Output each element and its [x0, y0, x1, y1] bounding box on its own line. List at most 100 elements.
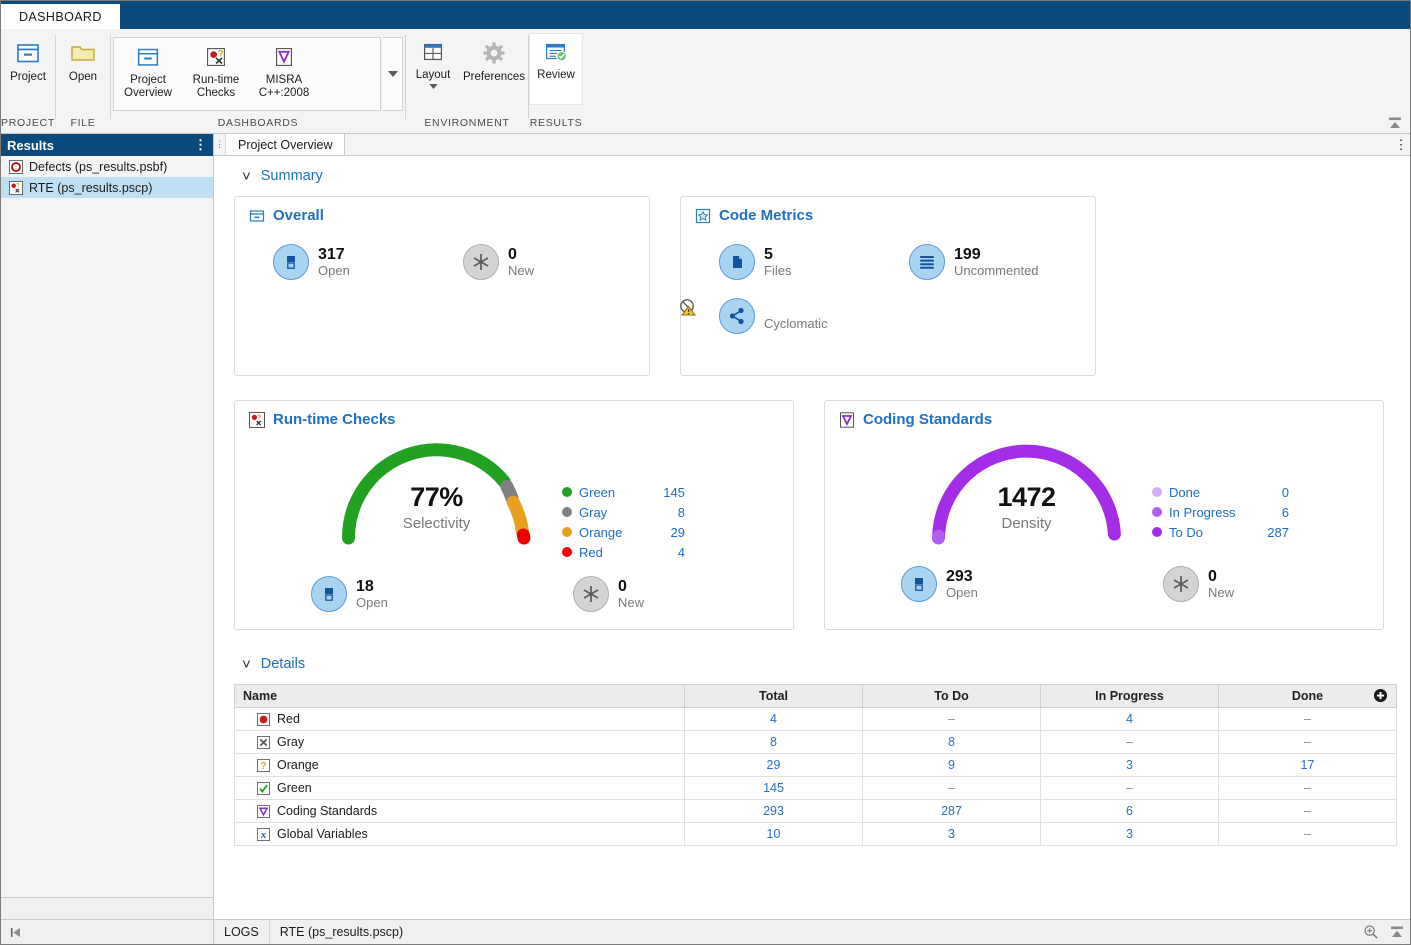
table-cell-todo: –	[863, 777, 1041, 800]
code-metrics-files-kpi[interactable]: 5 Files	[719, 244, 909, 280]
runtime-checks-open-kpi[interactable]: 18 Open	[311, 576, 573, 612]
open-bars-icon	[311, 576, 347, 612]
table-row[interactable]: Green 145 – – –	[235, 777, 1397, 800]
dashboards-more-button[interactable]	[383, 37, 403, 111]
table-header-done[interactable]: Done	[1219, 685, 1397, 708]
legend-row[interactable]: To Do 287	[1152, 522, 1289, 542]
legend-label-gray: Gray	[579, 505, 651, 520]
table-cell-todo[interactable]: 287	[863, 800, 1041, 823]
misra-triangle-icon	[270, 43, 298, 71]
misra-cpp-2008-button[interactable]: MISRA C++:2008	[250, 38, 318, 110]
open-button[interactable]: Open	[56, 33, 110, 105]
plus-circle-icon	[1373, 688, 1388, 703]
legend-dot-orange	[562, 527, 572, 537]
legend-label-in-progress: In Progress	[1169, 505, 1255, 520]
table-cell-total[interactable]: 10	[685, 823, 863, 846]
table-cell-total[interactable]: 29	[685, 754, 863, 777]
runtime-checks-card-title: ? Run-time Checks	[249, 411, 779, 428]
table-row[interactable]: Red 4 – 4 –	[235, 708, 1397, 731]
add-column-button[interactable]	[1373, 688, 1388, 703]
table-cell-name: Red	[277, 712, 300, 726]
coding-standards-open-kpi[interactable]: 293 Open	[901, 566, 1163, 602]
table-row[interactable]: ? Orange 29 9 3 17	[235, 754, 1397, 777]
details-section-header[interactable]: ˅ Details	[232, 644, 1392, 684]
legend-dot-todo	[1152, 527, 1162, 537]
zoom-in-button[interactable]	[1358, 920, 1384, 944]
table-cell-total[interactable]: 4	[685, 708, 863, 731]
coding-standards-new-kpi[interactable]: 0 New	[1163, 566, 1234, 602]
ribbon-group-environment-label: ENVIRONMENT	[406, 113, 528, 133]
table-row[interactable]: Coding Standards 293 287 6 –	[235, 800, 1397, 823]
coding-standards-new-value: 0	[1208, 568, 1234, 586]
ribbon-group-results: Review RESULTS	[529, 29, 583, 133]
legend-row[interactable]: Orange 29	[562, 522, 685, 542]
magnifier-plus-icon	[1363, 924, 1379, 940]
runtime-checks-button[interactable]: ? Run-time Checks	[182, 38, 250, 110]
skip-to-start-icon[interactable]	[9, 926, 22, 939]
runtime-checks-new-kpi[interactable]: 0 New	[573, 576, 644, 612]
results-panel-menu-button[interactable]: ⋮	[194, 140, 207, 150]
table-cell-total[interactable]: 293	[685, 800, 863, 823]
file-icon	[719, 244, 755, 280]
summary-section-header[interactable]: ˅ Summary	[232, 156, 1392, 196]
legend-row[interactable]: In Progress 6	[1152, 502, 1289, 522]
runtime-checks-label-line1: Run-time	[193, 74, 240, 86]
table-cell-total[interactable]: 8	[685, 731, 863, 754]
code-metrics-uncommented-kpi[interactable]: 199 Uncommented	[909, 244, 1039, 280]
tab-strip-grip[interactable]: ⋮	[214, 134, 226, 155]
legend-dot-green	[562, 487, 572, 497]
results-item-rte[interactable]: ? RTE (ps_results.pscp)	[1, 177, 213, 198]
dashboard-canvas: ˅ Summary Overall	[214, 156, 1410, 919]
layout-grid-icon	[418, 38, 448, 66]
results-item-defects[interactable]: Defects (ps_results.psbf)	[1, 156, 213, 177]
table-cell-todo[interactable]: 3	[863, 823, 1041, 846]
legend-value-todo: 287	[1255, 525, 1289, 540]
table-cell-done[interactable]: 17	[1219, 754, 1397, 777]
chevron-down-icon: ˅	[242, 657, 251, 672]
project-button[interactable]: Project	[1, 33, 55, 105]
table-cell-in-progress[interactable]: 3	[1041, 823, 1219, 846]
review-button[interactable]: Review	[529, 33, 583, 105]
project-overview-button[interactable]: Project Overview	[114, 38, 182, 110]
ribbon-tab-dashboard[interactable]: DASHBOARD	[1, 2, 120, 29]
collapse-panel-button[interactable]	[1384, 920, 1410, 944]
svg-text:?: ?	[16, 182, 20, 189]
preferences-button[interactable]: Preferences	[460, 33, 528, 105]
results-panel-header: Results ⋮	[1, 134, 213, 156]
svg-text:?: ?	[260, 761, 266, 772]
results-item-defects-label: Defects (ps_results.psbf)	[29, 160, 167, 174]
coding-standards-card-title: Coding Standards	[839, 411, 1369, 428]
legend-row[interactable]: Done 0	[1152, 482, 1289, 502]
legend-value-green: 145	[651, 485, 685, 500]
table-cell-done: –	[1219, 823, 1397, 846]
table-row[interactable]: Gray 8 8 – –	[235, 731, 1397, 754]
collapse-ribbon-button[interactable]	[1386, 115, 1404, 131]
table-cell-in-progress[interactable]: 3	[1041, 754, 1219, 777]
legend-label-red: Red	[579, 545, 651, 560]
legend-row[interactable]: Gray 8	[562, 502, 685, 522]
document-tab-menu-button[interactable]: ⋮	[1392, 134, 1410, 155]
status-bar-logs-tab[interactable]: LOGS	[214, 920, 270, 944]
table-cell-in-progress[interactable]: 4	[1041, 708, 1219, 731]
layout-button[interactable]: Layout	[406, 33, 460, 105]
table-header-todo[interactable]: To Do	[863, 685, 1041, 708]
table-cell-total[interactable]: 145	[685, 777, 863, 800]
legend-row[interactable]: Red 4	[562, 542, 685, 562]
table-cell-todo[interactable]: 9	[863, 754, 1041, 777]
status-bar-document-label[interactable]: RTE (ps_results.pscp)	[270, 920, 413, 944]
legend-value-in-progress: 6	[1255, 505, 1289, 520]
tab-project-overview[interactable]: Project Overview	[226, 134, 345, 155]
runtime-checks-gauge-center: 77% Selectivity	[329, 482, 544, 532]
code-metrics-cyclomatic-kpi[interactable]: Cyclomatic	[719, 298, 828, 334]
project-box-icon	[13, 38, 43, 68]
overall-new-kpi[interactable]: 0 New	[463, 244, 534, 280]
overall-open-kpi[interactable]: 317 Open	[273, 244, 463, 280]
legend-row[interactable]: Green 145	[562, 482, 685, 502]
table-header-total[interactable]: Total	[685, 685, 863, 708]
table-header-in-progress[interactable]: In Progress	[1041, 685, 1219, 708]
table-row[interactable]: x Global Variables 10 3 3 –	[235, 823, 1397, 846]
table-cell-todo[interactable]: 8	[863, 731, 1041, 754]
svg-text:?: ?	[257, 414, 261, 421]
table-header-name[interactable]: Name	[235, 685, 685, 708]
table-cell-in-progress[interactable]: 6	[1041, 800, 1219, 823]
